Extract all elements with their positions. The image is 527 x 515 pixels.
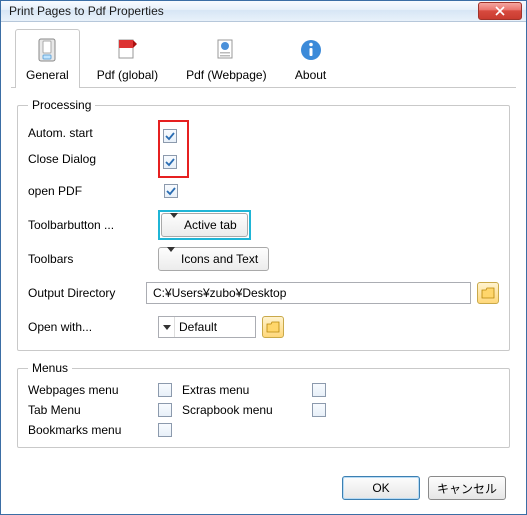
- close-dialog-label: Close Dialog: [28, 152, 158, 166]
- tab-about-label: About: [295, 68, 326, 82]
- chevron-down-icon: [170, 213, 178, 232]
- toolbarbutton-dropdown[interactable]: Active tab: [161, 213, 248, 237]
- bookmarks-menu-label: Bookmarks menu: [28, 423, 158, 437]
- close-dialog-checkbox[interactable]: [163, 155, 177, 169]
- general-panel: Processing Autom. start Close Dialog: [11, 88, 516, 504]
- cancel-button[interactable]: キャンセル: [428, 476, 506, 500]
- open-pdf-label: open PDF: [28, 184, 158, 198]
- tab-general-label: General: [26, 68, 69, 82]
- menus-group: Menus Webpages menu Extras menu Tab Menu…: [17, 361, 510, 448]
- processing-legend: Processing: [28, 98, 95, 112]
- tab-menu-label: Tab Menu: [28, 403, 158, 417]
- tab-pdf-webpage-label: Pdf (Webpage): [186, 68, 267, 82]
- chevron-down-icon: [163, 325, 171, 330]
- pdf-global-icon: [111, 34, 143, 66]
- menus-legend: Menus: [28, 361, 72, 375]
- scrapbook-menu-checkbox[interactable]: [312, 403, 326, 417]
- titlebar: Print Pages to Pdf Properties: [1, 1, 526, 22]
- output-dir-input[interactable]: [146, 282, 471, 304]
- bookmarks-menu-checkbox[interactable]: [158, 423, 172, 437]
- open-with-combo[interactable]: [158, 316, 256, 338]
- open-pdf-checkbox[interactable]: [164, 184, 178, 198]
- output-dir-browse-button[interactable]: [477, 282, 499, 304]
- tab-pdf-webpage[interactable]: Pdf (Webpage): [175, 29, 278, 88]
- window-close-button[interactable]: [478, 2, 522, 20]
- toolbars-value: Icons and Text: [181, 252, 258, 266]
- webpages-menu-checkbox[interactable]: [158, 383, 172, 397]
- tab-menu-checkbox[interactable]: [158, 403, 172, 417]
- ok-button[interactable]: OK: [342, 476, 420, 500]
- toolbars-dropdown[interactable]: Icons and Text: [158, 247, 269, 271]
- about-icon: [295, 34, 327, 66]
- processing-group: Processing Autom. start Close Dialog: [17, 98, 510, 351]
- tab-pdf-global[interactable]: Pdf (global): [86, 29, 169, 88]
- properties-dialog: Print Pages to Pdf Properties General Pd…: [0, 0, 527, 515]
- window-title: Print Pages to Pdf Properties: [9, 4, 478, 18]
- toolbarbutton-value: Active tab: [184, 218, 237, 232]
- autom-start-label: Autom. start: [28, 126, 158, 140]
- highlight-blue-box: Active tab: [158, 210, 251, 240]
- chevron-down-icon: [167, 247, 175, 266]
- close-icon: [495, 6, 505, 16]
- toolbars-label: Toolbars: [28, 252, 158, 266]
- open-with-input[interactable]: [175, 317, 255, 337]
- tab-about[interactable]: About: [284, 29, 338, 88]
- pdf-webpage-icon: [210, 34, 242, 66]
- output-dir-label: Output Directory: [28, 286, 146, 300]
- folder-icon: [266, 321, 280, 333]
- extras-menu-label: Extras menu: [182, 383, 312, 397]
- dialog-content: General Pdf (global) Pdf (Webpage) About: [1, 22, 526, 514]
- tab-pdf-global-label: Pdf (global): [97, 68, 158, 82]
- autom-start-checkbox[interactable]: [163, 129, 177, 143]
- open-with-label: Open with...: [28, 320, 158, 334]
- open-with-caret[interactable]: [159, 317, 175, 337]
- extras-menu-checkbox[interactable]: [312, 383, 326, 397]
- open-with-browse-button[interactable]: [262, 316, 284, 338]
- folder-icon: [481, 287, 495, 299]
- tab-general[interactable]: General: [15, 29, 80, 88]
- scrapbook-menu-label: Scrapbook menu: [182, 403, 312, 417]
- toolbarbutton-label: Toolbarbutton ...: [28, 218, 158, 232]
- webpages-menu-label: Webpages menu: [28, 383, 158, 397]
- dialog-buttons: OK キャンセル: [17, 468, 510, 504]
- general-icon: [31, 34, 63, 66]
- highlight-red-box: [158, 120, 189, 178]
- tabbar: General Pdf (global) Pdf (Webpage) About: [11, 28, 516, 88]
